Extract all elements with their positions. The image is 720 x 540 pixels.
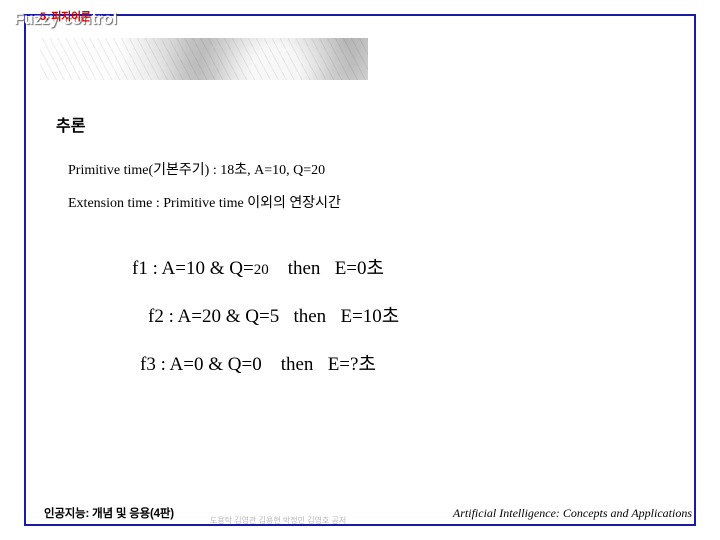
rule-f2-condition: : A=20 & Q=5 [168,306,280,327]
marble-texture-overlay [40,38,368,80]
rule-f1-condition: : A=10 & Q= [152,258,254,279]
rule-f1-result: E=0초 [334,258,384,279]
rule-f1-name: f1 [132,258,148,279]
rule-f3-name: f3 [140,354,156,375]
fuzzy-rule-f1: f1 : A=10 & Q=20 then E=0초 [132,253,384,280]
rule-f2-name: f2 [148,306,164,327]
slide-section-tag: 5. 퍼지이론 [40,11,91,23]
footer-divider [26,524,694,526]
fuzzy-rule-f2: f2 : A=20 & Q=5 then E=10초 [148,301,399,328]
rule-f3-condition: : A=0 & Q=0 [160,354,262,375]
rule-f1-condition-q: 20 [253,262,269,278]
bullet-item-primitive-time: Primitive time(기본주기) : 18초, A=10, Q=20 [68,163,326,178]
slide-canvas: 5. 퍼지이론 Fuzzy control 추론 Primitive time(… [0,0,720,540]
rule-f3-then: then [280,354,314,375]
rule-f3-result: E=?초 [327,354,376,375]
rule-f2-then: then [293,306,327,327]
rule-f1-then: then [287,258,321,279]
footer-book-title-kr: 인공지능: 개념 및 응용(4판) [44,508,174,520]
bullet-item-extension-time: Extension time : Primitive time 이외의 연장시간 [68,196,341,211]
section-heading: 추론 [56,118,86,135]
title-banner [40,38,368,80]
rule-f2-result: E=10초 [340,306,400,327]
fuzzy-rule-f3: f3 : A=0 & Q=0 then E=?초 [140,349,376,376]
footer-book-title-en: Artificial Intelligence: Concepts and Ap… [452,506,692,520]
